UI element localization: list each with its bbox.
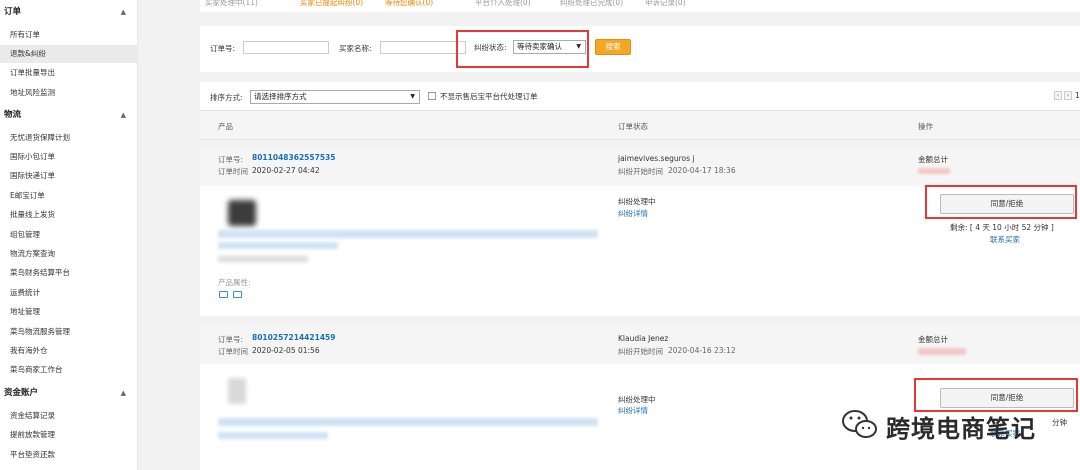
sidebar-nav: 订单 ▲ 所有订单 退款&纠纷 订单批量导出 地址风险监测 物流 ▲ 无忧退货保障计… bbox=[0, 0, 138, 470]
product-title-redacted[interactable] bbox=[218, 230, 598, 238]
sidebar-item-bulk-export[interactable]: 订单批量导出 bbox=[0, 64, 138, 82]
sidebar-item-freight-stats[interactable]: 运费统计 bbox=[0, 284, 138, 302]
sidebar-section-funds[interactable]: 资金账户 ▲ bbox=[0, 384, 138, 402]
dispute-detail-link[interactable]: 纠纷详情 bbox=[618, 208, 648, 219]
order-time-label: 订单时间 bbox=[218, 347, 248, 356]
sidebar-item-refunds-disputes[interactable]: 退款&纠纷 bbox=[0, 45, 138, 63]
contact-buyer-link[interactable]: 联系买家 bbox=[990, 234, 1020, 245]
col-order-status: 订单状态 bbox=[618, 122, 648, 131]
remaining-time: 剩余: [ 4 天 10 小时 52 分钟 ] bbox=[950, 223, 1054, 232]
order-time: 2020-02-27 04:42 bbox=[252, 166, 320, 175]
page-number: 1 bbox=[1075, 91, 1080, 100]
pager-next-button[interactable]: › bbox=[1064, 91, 1072, 100]
dispute-status: 纠纷处理中 bbox=[618, 395, 656, 404]
sidebar-section-logistics[interactable]: 物流 ▲ bbox=[0, 106, 138, 124]
product-title-redacted bbox=[218, 242, 338, 249]
product-attr-label: 产品属性: bbox=[218, 278, 251, 287]
doc-icon[interactable] bbox=[233, 291, 242, 298]
order-body: 产品属性: 纠纷处理中 纠纷详情 同意/拒绝 剩余: [ 4 天 10 小时 5… bbox=[200, 185, 1080, 316]
sort-label: 排序方式: bbox=[210, 93, 243, 102]
col-action: 操作 bbox=[918, 122, 933, 131]
status-tabs: 买家处理中(11) 买家已提起纠纷(0) 等待您确认(0) 平台介入处理(0) … bbox=[200, 0, 1080, 12]
dispute-start-time: 2020-04-17 18:36 bbox=[668, 166, 736, 175]
sidebar-item-bulk-ship[interactable]: 批量线上发货 bbox=[0, 206, 138, 224]
order-no-label: 订单号: bbox=[210, 44, 236, 53]
buyer-name: jaimevives.seguros j bbox=[618, 154, 695, 163]
product-image[interactable] bbox=[228, 378, 246, 404]
order-number-link[interactable]: 8011048362557535 bbox=[252, 153, 336, 162]
photo-icon[interactable] bbox=[219, 291, 228, 298]
sidebar-item-epacket[interactable]: E邮宝订单 bbox=[0, 187, 138, 205]
wechat-icon bbox=[842, 410, 877, 438]
sidebar-item-address-mgmt[interactable]: 地址管理 bbox=[0, 303, 138, 321]
sidebar-item-all-orders[interactable]: 所有订单 bbox=[0, 26, 138, 44]
tab-dispute-complete[interactable]: 纠纷处理已完成(0) bbox=[560, 0, 623, 8]
amount-redacted bbox=[918, 168, 950, 174]
order-header: 订单号: 8011048362557535 订单时间 2020-02-27 04… bbox=[200, 148, 1080, 186]
watermark-text: 跨境电商笔记 bbox=[886, 415, 1036, 443]
product-image[interactable] bbox=[228, 200, 256, 226]
sidebar-item-cainiao-finance[interactable]: 菜鸟财务结算平台 bbox=[0, 264, 138, 282]
tab-awaiting-confirm[interactable]: 等待您确认(0) bbox=[385, 0, 433, 8]
buyer-name-label: 买家名称: bbox=[339, 44, 372, 53]
sort-bar: 排序方式: 请选择排序方式 ▼ 不显示售后宝平台代处理订单 ‹ › 1 bbox=[200, 82, 1080, 110]
hide-platform-orders-label: 不显示售后宝平台代处理订单 bbox=[440, 92, 538, 101]
col-product: 产品 bbox=[218, 122, 233, 131]
dispute-detail-link[interactable]: 纠纷详情 bbox=[618, 405, 648, 416]
buyer-name-input[interactable] bbox=[380, 41, 466, 54]
sidebar-item-logistics-query[interactable]: 物流方案查询 bbox=[0, 245, 138, 263]
dispute-start-label: 纠纷开始时间 bbox=[618, 347, 663, 356]
tab-buyer-processing[interactable]: 买家处理中(11) bbox=[205, 0, 258, 8]
order-number-link[interactable]: 8010257214421459 bbox=[252, 333, 336, 342]
sort-select[interactable]: 请选择排序方式 ▼ bbox=[250, 90, 420, 104]
sidebar-item-package-mgmt[interactable]: 组包管理 bbox=[0, 226, 138, 244]
dispute-status: 纠纷处理中 bbox=[618, 197, 656, 206]
dispute-start-label: 纠纷开始时间 bbox=[618, 167, 663, 176]
sidebar-item-cainiao-service[interactable]: 菜鸟物流服务管理 bbox=[0, 323, 138, 341]
buyer-name: Klaudia Jenez bbox=[618, 334, 669, 343]
highlight-box bbox=[925, 185, 1077, 219]
amount-label: 金额总计 bbox=[918, 155, 948, 164]
sidebar-item-overseas-warehouse[interactable]: 我有海外仓 bbox=[0, 342, 138, 360]
product-title-redacted bbox=[218, 432, 328, 439]
product-info-redacted bbox=[218, 256, 308, 262]
chevron-up-icon: ▲ bbox=[120, 8, 126, 16]
order-no-label: 订单号: bbox=[218, 155, 244, 164]
tab-platform-intervention[interactable]: 平台介入处理(0) bbox=[475, 0, 531, 8]
hide-platform-orders-checkbox[interactable] bbox=[428, 92, 436, 100]
highlight-box bbox=[456, 30, 589, 68]
table-header: 产品 订单状态 操作 bbox=[200, 110, 1080, 140]
dropdown-arrow-icon: ▼ bbox=[410, 93, 415, 100]
search-panel: 订单号: 买家名称: 纠纷状态: 等待卖家确认 ▼ 搜索 bbox=[200, 26, 1080, 72]
sidebar-item-intl-express[interactable]: 国际快递订单 bbox=[0, 167, 138, 185]
sidebar-item-advance-repay[interactable]: 平台垫资还款 bbox=[0, 446, 138, 464]
dispute-start-time: 2020-04-16 23:12 bbox=[668, 346, 736, 355]
tab-appeal-records[interactable]: 申诉记录(0) bbox=[645, 0, 686, 8]
pager-prev-button[interactable]: ‹ bbox=[1054, 91, 1062, 100]
sidebar-item-early-release[interactable]: 提前放款管理 bbox=[0, 426, 138, 444]
amount-redacted bbox=[918, 348, 966, 355]
amount-label: 金额总计 bbox=[918, 335, 948, 344]
product-title-redacted[interactable] bbox=[218, 418, 598, 426]
sidebar-item-settlement-records[interactable]: 资金结算记录 bbox=[0, 407, 138, 425]
sidebar-section-orders[interactable]: 订单 ▲ bbox=[0, 3, 138, 21]
sidebar-item-cainiao-workbench[interactable]: 菜鸟商家工作台 bbox=[0, 361, 138, 379]
sidebar-item-return-guarantee[interactable]: 无忧退货保障计划 bbox=[0, 129, 138, 147]
chevron-up-icon: ▲ bbox=[120, 111, 126, 119]
sidebar-item-intl-small-parcel[interactable]: 国际小包订单 bbox=[0, 148, 138, 166]
tab-buyer-dispute[interactable]: 买家已提起纠纷(0) bbox=[300, 0, 363, 8]
order-no-input[interactable] bbox=[243, 41, 329, 54]
sidebar-item-address-risk[interactable]: 地址风险监测 bbox=[0, 84, 138, 102]
order-time: 2020-02-05 01:56 bbox=[252, 346, 320, 355]
order-header: 订单号: 8010257214421459 订单时间 2020-02-05 01… bbox=[200, 326, 1080, 364]
order-time-label: 订单时间 bbox=[218, 167, 248, 176]
wechat-watermark: 跨境电商笔记 bbox=[826, 403, 1080, 447]
search-button[interactable]: 搜索 bbox=[595, 39, 631, 55]
order-no-label: 订单号: bbox=[218, 335, 244, 344]
chevron-up-icon: ▲ bbox=[120, 389, 126, 397]
